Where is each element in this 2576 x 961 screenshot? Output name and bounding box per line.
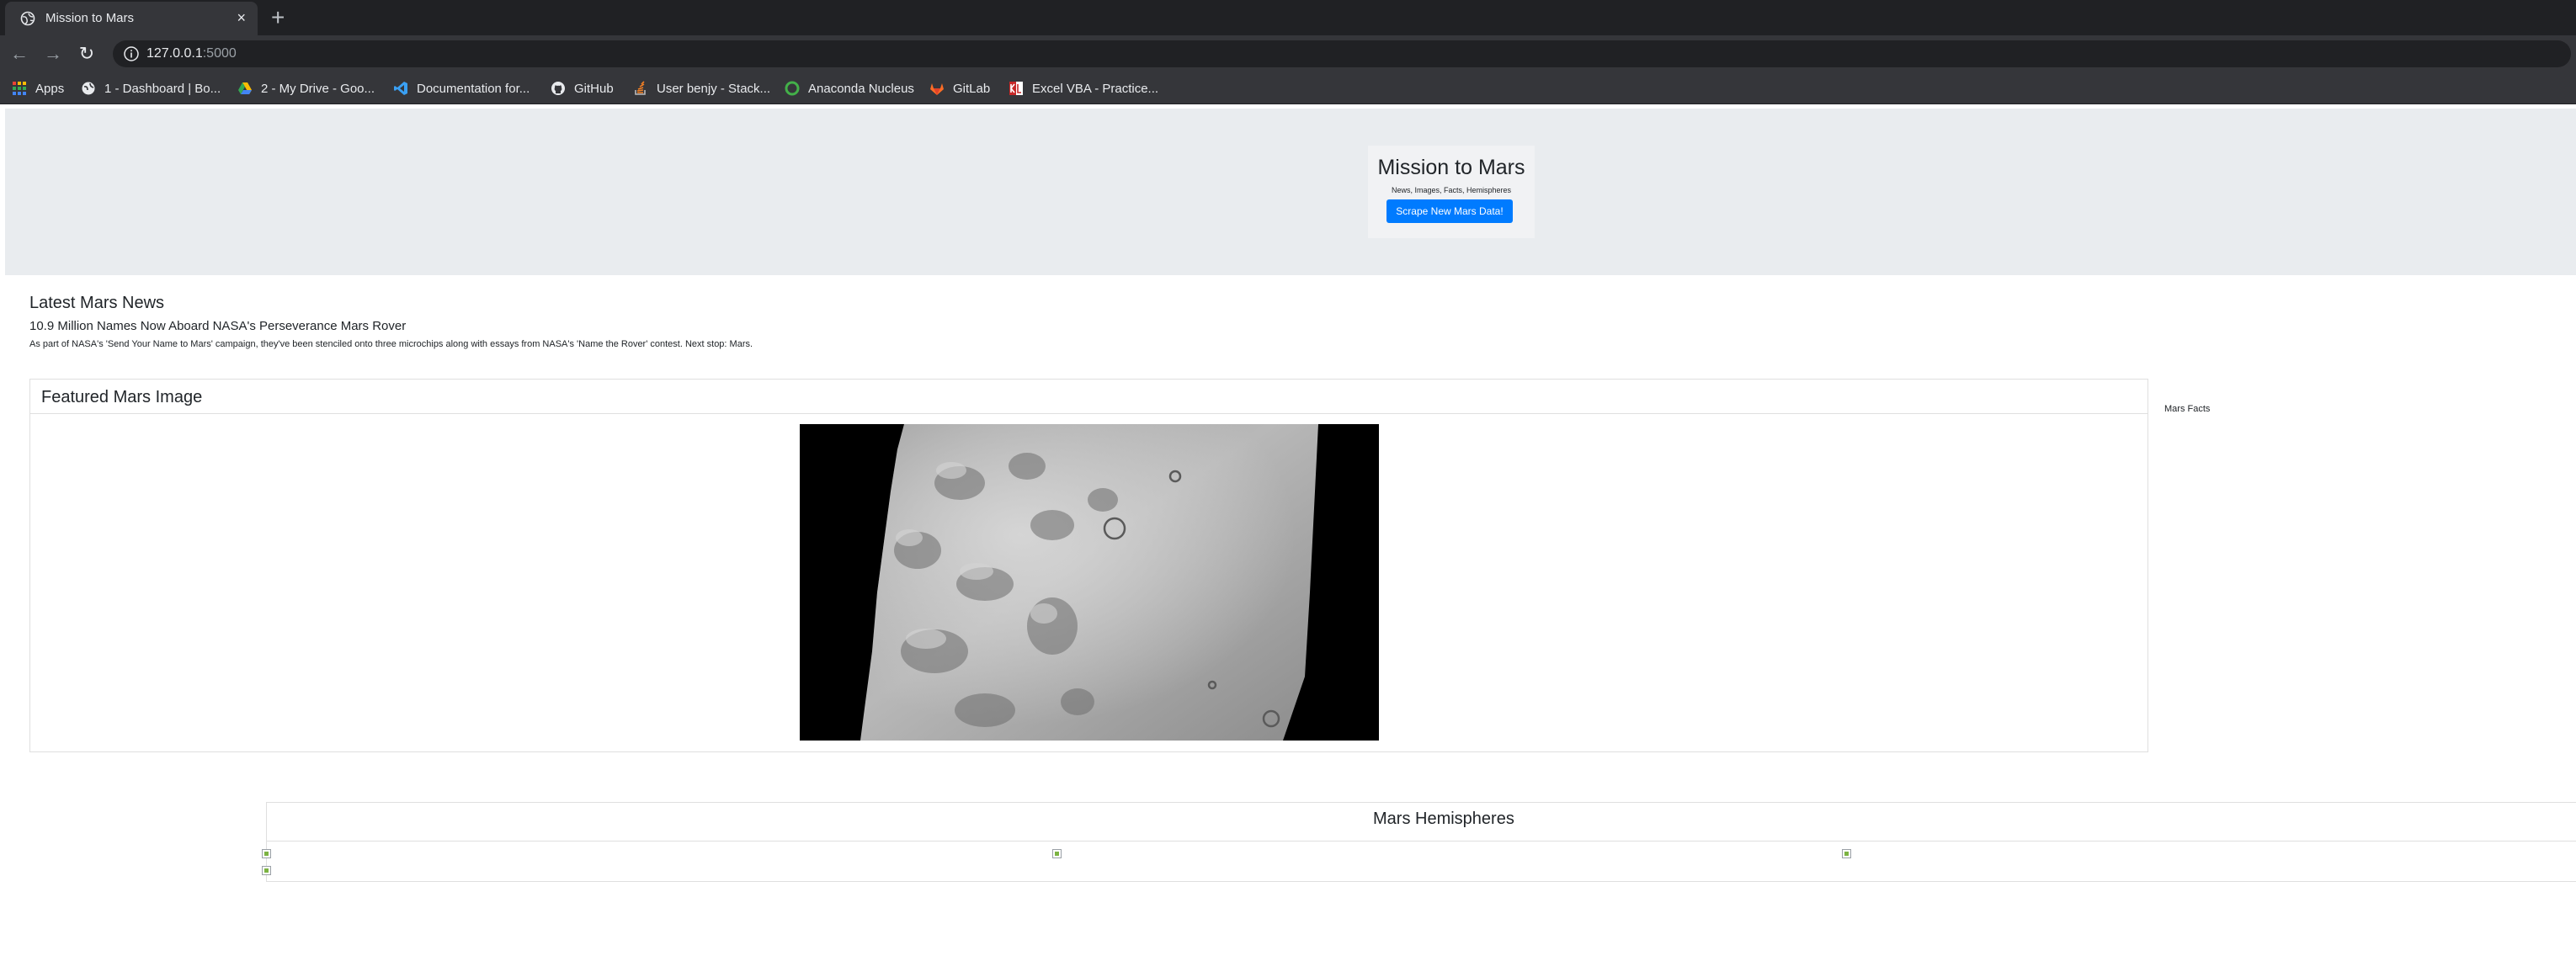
bookmark-dashboard[interactable]: 1 - Dashboard | Bo...: [81, 80, 221, 97]
apps-grid-icon: [13, 82, 26, 95]
bookmark-label: 2 - My Drive - Goo...: [261, 81, 375, 96]
gitlab-icon: [930, 83, 944, 95]
back-icon[interactable]: ←: [7, 41, 32, 66]
bookmark-label: GitLab: [953, 81, 991, 96]
url-host: 127.0.0.1: [146, 46, 203, 61]
bookmark-excel-vba[interactable]: Excel VBA - Practice...: [1009, 80, 1158, 97]
google-drive-icon: [238, 82, 252, 94]
news-teaser: As part of NASA's 'Send Your Name to Mar…: [29, 339, 753, 349]
globe-icon: [82, 82, 95, 95]
forward-icon[interactable]: →: [40, 41, 66, 66]
bookmark-label: 1 - Dashboard | Bo...: [104, 81, 221, 96]
info-icon[interactable]: [123, 45, 140, 62]
excel-vba-icon: [1009, 82, 1023, 95]
new-tab-button[interactable]: +: [271, 5, 285, 30]
jumbotron: Mission to Mars News, Images, Facts, Hem…: [5, 109, 2576, 275]
featured-mars-image: [800, 424, 1379, 741]
hemispheres-heading: Mars Hemispheres: [1373, 810, 1514, 828]
featured-image-card: Featured Mars Image: [29, 379, 2148, 752]
reload-icon[interactable]: ↻: [74, 41, 99, 66]
hemisphere-image: [262, 866, 271, 875]
scrape-button[interactable]: Scrape New Mars Data!: [1386, 199, 1513, 223]
page-subtitle: News, Images, Facts, Hemispheres: [1391, 186, 1512, 194]
hemispheres-card: Mars Hemispheres: [266, 802, 2576, 882]
url-text: 127.0.0.1:5000: [146, 46, 237, 61]
bookmark-documentation[interactable]: Documentation for...: [393, 80, 530, 97]
bookmark-label: GitHub: [574, 81, 614, 96]
bookmark-apps[interactable]: Apps: [12, 80, 64, 97]
page-title: Mission to Mars: [1377, 156, 1525, 179]
bookmarks-bar: Apps 1 - Dashboard | Bo... 2 - My Drive …: [0, 72, 2576, 104]
hemisphere-image: [1842, 849, 1851, 858]
bookmark-label: Apps: [35, 81, 65, 96]
page-content: Mission to Mars News, Images, Facts, Hem…: [0, 105, 2576, 961]
bookmark-label: Documentation for...: [417, 81, 530, 96]
bookmark-label: Anaconda Nucleus: [808, 81, 914, 96]
anaconda-icon: [785, 81, 800, 96]
vscode-icon: [394, 82, 407, 95]
globe-icon: [20, 11, 35, 26]
bookmark-github[interactable]: GitHub: [551, 80, 614, 97]
stackoverflow-icon: [635, 81, 646, 95]
bookmark-anaconda[interactable]: Anaconda Nucleus: [785, 80, 914, 97]
bookmark-label: User benjy - Stack...: [657, 81, 771, 96]
close-tab-icon[interactable]: ×: [237, 9, 246, 26]
browser-tab-strip: Mission to Mars × +: [0, 0, 2576, 35]
address-bar[interactable]: 127.0.0.1:5000: [113, 40, 2571, 67]
tab-title: Mission to Mars: [45, 11, 135, 25]
url-port: :5000: [202, 46, 237, 61]
news-heading: Latest Mars News: [29, 294, 165, 312]
hemisphere-image: [262, 849, 271, 858]
hemispheres-header: Mars Hemispheres: [267, 803, 2576, 842]
bookmark-my-drive[interactable]: 2 - My Drive - Goo...: [237, 80, 375, 97]
bookmark-gitlab[interactable]: GitLab: [929, 80, 990, 97]
featured-image-header: Featured Mars Image: [30, 380, 2148, 414]
hero-box: Mission to Mars News, Images, Facts, Hem…: [1368, 146, 1535, 238]
bookmark-label: Excel VBA - Practice...: [1032, 81, 1159, 96]
hemisphere-image: [1052, 849, 1062, 858]
browser-tab[interactable]: Mission to Mars ×: [5, 2, 258, 35]
bookmark-stackoverflow[interactable]: User benjy - Stack...: [633, 80, 770, 97]
github-icon: [551, 82, 565, 95]
news-title: 10.9 Million Names Now Aboard NASA's Per…: [29, 319, 407, 333]
browser-toolbar: ← → ↻ 127.0.0.1:5000: [0, 35, 2576, 72]
mars-facts-label: Mars Facts: [2164, 404, 2211, 414]
featured-image-heading: Featured Mars Image: [41, 388, 203, 406]
